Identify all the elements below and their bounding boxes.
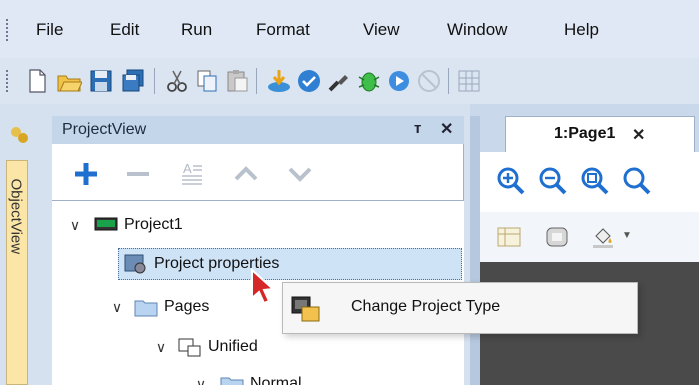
remove-icon[interactable] <box>124 160 152 188</box>
tab-label: 1:Page1 <box>554 125 616 142</box>
open-folder-icon[interactable] <box>56 68 83 94</box>
folder-icon <box>220 374 244 385</box>
properties-gear-icon <box>124 253 148 275</box>
context-menu-item-change-project-type[interactable]: Change Project Type <box>351 298 500 316</box>
tab-close-icon[interactable]: ✕ <box>632 125 645 145</box>
context-menu: Change Project Type <box>282 282 638 334</box>
menu-view[interactable]: View <box>363 20 400 40</box>
change-project-type-icon <box>291 295 321 323</box>
svg-text:A: A <box>183 161 192 176</box>
objectview-tab-label: ObjectView <box>7 178 25 255</box>
cut-icon[interactable] <box>164 68 190 94</box>
unified-layout-icon <box>178 337 202 357</box>
tree-item-label: Project1 <box>124 216 183 233</box>
chevron-down-icon[interactable]: ∨ <box>66 217 84 234</box>
chevron-down-icon[interactable]: ∨ <box>152 339 170 356</box>
zoom-reset-icon[interactable] <box>622 166 652 196</box>
stop-icon[interactable] <box>416 68 442 94</box>
zoom-fit-icon[interactable] <box>580 166 610 196</box>
projectview-title: ProjectView <box>62 121 147 138</box>
chevron-down-icon[interactable]: ∨ <box>108 299 126 316</box>
splitter[interactable] <box>470 116 480 385</box>
paste-icon[interactable] <box>224 68 250 94</box>
projectview-header: ProjectView ᴛ ✕ <box>52 116 464 144</box>
menu-edit[interactable]: Edit <box>110 20 139 40</box>
close-icon[interactable]: ✕ <box>440 119 453 139</box>
menu-format[interactable]: Format <box>256 20 310 40</box>
menu-file[interactable]: File <box>36 20 63 40</box>
project-monitor-icon <box>94 217 118 233</box>
copy-icon[interactable] <box>194 68 220 94</box>
rename-icon[interactable]: A <box>178 160 206 188</box>
validate-icon[interactable] <box>296 68 322 94</box>
tree-item-project1[interactable]: ∨ Project1 <box>66 207 183 243</box>
table-widget-icon[interactable] <box>496 224 522 250</box>
tree-item-label: Normal <box>250 375 302 385</box>
menu-window[interactable]: Window <box>447 20 507 40</box>
menu-bar: File Edit Run Format View Window Help <box>0 0 699 58</box>
add-icon[interactable] <box>72 160 100 188</box>
page-editor-toolbar: ▼ <box>480 212 699 262</box>
main-toolbar <box>0 58 699 104</box>
run-icon[interactable] <box>386 68 412 94</box>
tree-item-label: Pages <box>164 298 210 315</box>
toolbar-separator <box>154 68 155 94</box>
tree-item-unified[interactable]: ∨ Unified <box>152 329 258 365</box>
tree-item-pages[interactable]: ∨ Pages <box>108 289 209 325</box>
folder-icon <box>134 297 158 317</box>
objectview-icon <box>8 124 30 146</box>
toolbar-separator <box>448 68 449 94</box>
new-file-icon[interactable] <box>24 68 50 94</box>
toolbar-grip <box>6 70 10 92</box>
save-all-icon[interactable] <box>120 68 146 94</box>
fill-color-icon[interactable] <box>590 224 616 250</box>
menu-grip <box>6 19 10 41</box>
move-up-icon[interactable] <box>232 160 260 188</box>
download-icon[interactable] <box>266 68 292 94</box>
tree-item-normal[interactable]: ∨ Normal <box>192 366 302 385</box>
move-down-icon[interactable] <box>286 160 314 188</box>
zoom-in-icon[interactable] <box>496 166 526 196</box>
toolbar-separator <box>256 68 257 94</box>
zoom-out-icon[interactable] <box>538 166 568 196</box>
cursor-arrow-icon <box>250 267 280 308</box>
frame-icon[interactable] <box>544 224 570 250</box>
chevron-down-icon[interactable]: ▼ <box>622 230 632 241</box>
menu-help[interactable]: Help <box>564 20 599 40</box>
grid-icon[interactable] <box>456 68 482 94</box>
usb-key-icon[interactable] <box>326 68 352 94</box>
chevron-down-icon[interactable]: ∨ <box>192 376 210 385</box>
debug-icon[interactable] <box>356 68 382 94</box>
app-window: File Edit Run Format View Window Help Ob… <box>0 0 699 385</box>
tab-page1[interactable]: 1:Page1 ✕ <box>505 116 695 152</box>
pin-icon[interactable]: ᴛ <box>414 120 421 137</box>
menu-run[interactable]: Run <box>181 20 212 40</box>
tree-item-label: Unified <box>208 338 258 355</box>
save-icon[interactable] <box>88 68 114 94</box>
